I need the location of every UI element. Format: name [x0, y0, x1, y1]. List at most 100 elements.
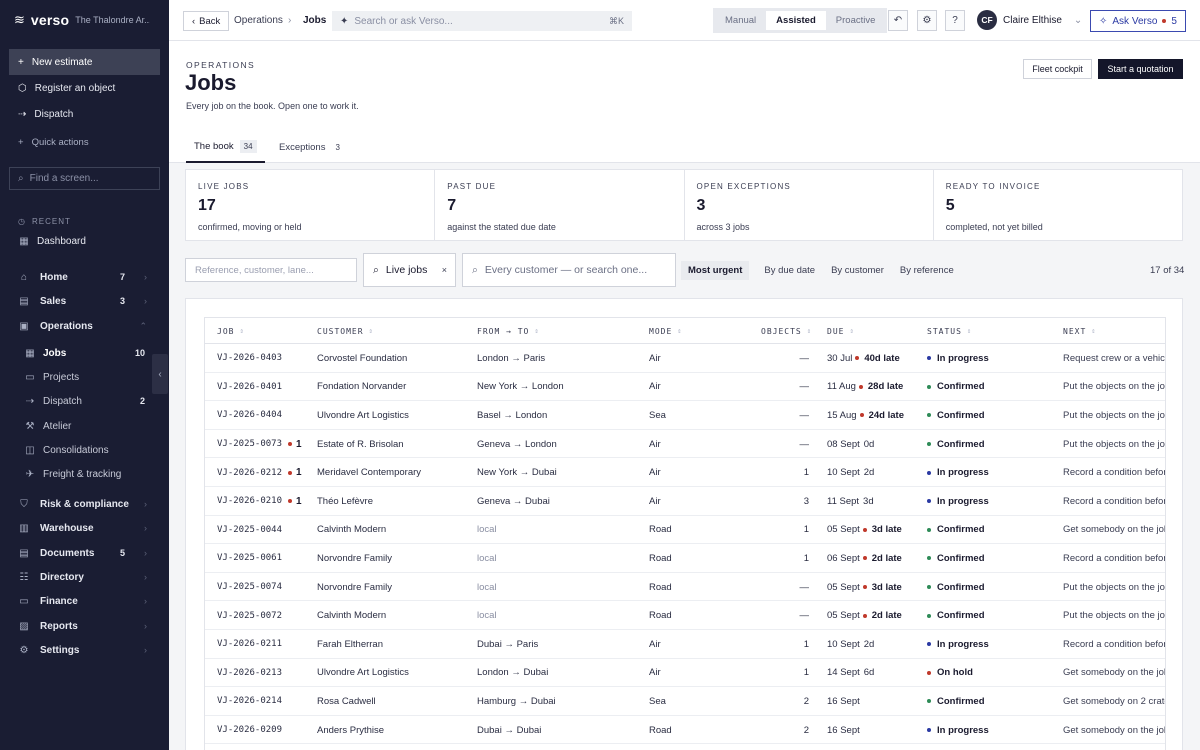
mode-manual[interactable]: Manual — [715, 11, 766, 30]
sidebar-item-sales[interactable]: ▤ Sales 3 › — [0, 290, 169, 312]
undo-button[interactable]: ↶ — [888, 10, 908, 31]
job-reference[interactable]: VJ-2026-0210 1 — [217, 487, 302, 516]
next-action[interactable]: Get somebody on 2 crates — [1063, 687, 1165, 716]
table-row[interactable]: VJ-2026-0214 Rosa Cadwell Hamburg → Dubai S… — [205, 687, 1165, 716]
brand[interactable]: ≋ verso The Thalondre Ar... — [0, 0, 169, 40]
next-action[interactable]: Put the objects on the job — [1063, 401, 1165, 430]
kpi-ready-to-invoice[interactable]: READY TO INVOICE 5 completed, not yet bi… — [934, 170, 1182, 240]
sort-most-urgent[interactable]: Most urgent — [681, 261, 750, 280]
sidebar-item-dispatch[interactable]: ⇢ Dispatch 2 — [0, 390, 169, 412]
breadcrumb-operations[interactable]: Operations — [234, 15, 283, 26]
mode-proactive[interactable]: Proactive — [826, 11, 886, 30]
job-reference[interactable]: VJ-2026-0213 — [217, 659, 282, 688]
table-row[interactable]: VJ-2025-0072 Calvinth Modern local Road — 05 … — [205, 601, 1165, 630]
register-object-button[interactable]: ⬡ Register an object — [0, 75, 169, 101]
kpi-live-jobs[interactable]: LIVE JOBS 17 confirmed, moving or held — [186, 170, 436, 240]
job-reference[interactable]: VJ-2026-0214 — [217, 687, 282, 716]
column-header-status[interactable]: STATUS ⇕ — [927, 318, 972, 344]
job-reference[interactable]: VJ-2026-0401 — [217, 373, 282, 402]
sidebar-item-home[interactable]: ⌂ Home 7 › — [0, 266, 169, 288]
sort-by-due-date[interactable]: By due date — [757, 261, 822, 280]
sidebar-item-consolidations[interactable]: ◫ Consolidations — [0, 439, 169, 461]
job-reference[interactable]: VJ-2025-0074 — [217, 573, 282, 602]
next-action[interactable]: Put the objects on the job — [1063, 573, 1165, 602]
kpi-past-due[interactable]: PAST DUE 7 against the stated due date — [435, 170, 685, 240]
job-reference[interactable]: VJ-2026-0212 1 — [217, 458, 302, 487]
help-button[interactable]: ? — [945, 10, 965, 31]
back-button[interactable]: ‹ Back — [183, 11, 230, 31]
table-row[interactable]: VJ-2025-0073 1 Estate of R. Brisolan Geneva… — [205, 430, 1165, 459]
customer-search-input[interactable]: ⌕ Every customer — or search one... — [462, 253, 676, 287]
next-action[interactable]: Get somebody on the job — [1063, 659, 1165, 688]
fleet-cockpit-button[interactable]: Fleet cockpit — [1023, 59, 1092, 79]
sidebar-item-risk[interactable]: ⛉ Risk & compliance › — [0, 493, 169, 515]
quick-actions-button[interactable]: + Quick actions — [0, 129, 169, 155]
global-search-input[interactable]: ✦ Search or ask Verso... ⌘K — [332, 11, 632, 31]
recent-item-dashboard[interactable]: ▦ Dashboard — [0, 230, 169, 252]
next-action[interactable]: Record a condition before — [1063, 458, 1165, 487]
job-reference[interactable]: VJ-2025-0073 1 — [217, 430, 302, 459]
find-screen-input[interactable]: ⌕ Find a screen... — [9, 167, 160, 190]
table-row[interactable]: VJ-2025-0074 Norvondre Family local Road — 05… — [205, 573, 1165, 602]
sort-by-reference[interactable]: By reference — [893, 261, 961, 280]
next-action[interactable]: Record a condition before — [1063, 487, 1165, 516]
next-action[interactable]: Request crew or a vehicle — [1063, 344, 1165, 373]
ask-verso-button[interactable]: ✧ Ask Verso 5 — [1090, 10, 1186, 32]
sidebar-item-warehouse[interactable]: ▥ Warehouse › — [0, 517, 169, 539]
sidebar-item-directory[interactable]: ☷ Directory › — [0, 566, 169, 588]
start-quotation-button[interactable]: Start a quotation — [1098, 59, 1183, 79]
job-reference[interactable]: VJ-2025-0072 — [217, 601, 282, 630]
sidebar-item-freight[interactable]: ✈ Freight & tracking — [0, 463, 169, 485]
clear-filter-icon[interactable]: × — [442, 265, 447, 275]
column-header-objects[interactable]: OBJECTS ⇕ — [761, 318, 812, 344]
dispatch-action-button[interactable]: ⇢ Dispatch — [0, 101, 169, 127]
kpi-open-exceptions[interactable]: OPEN EXCEPTIONS 3 across 3 jobs — [685, 170, 934, 240]
sidebar-item-reports[interactable]: ▨ Reports › — [0, 615, 169, 637]
column-header-job[interactable]: JOB ⇕ — [217, 318, 245, 344]
column-header-customer[interactable]: CUSTOMER ⇕ — [317, 318, 374, 344]
sidebar-item-finance[interactable]: ▭ Finance › — [0, 590, 169, 612]
column-header-mode[interactable]: MODE ⇕ — [649, 318, 682, 344]
table-row[interactable]: VJ-2026-0404 Ulvondre Art Logistics Basel … — [205, 401, 1165, 430]
sidebar-item-operations[interactable]: ▣ Operations ⌃ — [0, 315, 169, 337]
table-row[interactable]: VJ-2025-0044 Calvinth Modern local Road 1 05 … — [205, 516, 1165, 545]
job-reference[interactable]: VJ-2025-0061 — [217, 544, 282, 573]
table-row[interactable]: VJ-2026-0213 Ulvondre Art Logistics London… — [205, 659, 1165, 688]
reference-filter-input[interactable]: Reference, customer, lane... — [185, 258, 357, 282]
sort-by-customer[interactable]: By customer — [824, 261, 891, 280]
table-row[interactable]: VJ-2026-0210 1 Théo Lefèvre Geneva → Dubai A… — [205, 487, 1165, 516]
table-row[interactable]: VJ-2026-0403 Corvostel Foundation London →… — [205, 344, 1165, 373]
job-reference[interactable]: VJ-2025-0044 — [217, 516, 282, 545]
tab-the-book[interactable]: The book 34 — [186, 132, 265, 163]
job-reference[interactable]: VJ-2026-0404 — [217, 401, 282, 430]
next-action[interactable]: Put the objects on the job — [1063, 601, 1165, 630]
next-action[interactable]: Record a condition before — [1063, 630, 1165, 659]
table-row[interactable]: VJ-2026-0211 Farah Eltherran Dubai → Paris… — [205, 630, 1165, 659]
job-reference[interactable]: VJ-2026-0209 — [217, 716, 282, 745]
sidebar-item-atelier[interactable]: ⚒ Atelier — [0, 415, 169, 437]
sidebar-item-projects[interactable]: ▭ Projects — [0, 366, 169, 388]
next-action[interactable]: Put the objects on the job — [1063, 430, 1165, 459]
next-action[interactable]: Record a condition before — [1063, 544, 1165, 573]
live-jobs-filter-chip[interactable]: ⌕ Live jobs × — [363, 253, 456, 287]
new-estimate-button[interactable]: + New estimate — [9, 49, 160, 75]
next-action[interactable]: Put the objects on the job — [1063, 373, 1165, 402]
sidebar-item-settings[interactable]: ⚙ Settings › — [0, 639, 169, 661]
job-reference[interactable]: VJ-2026-0403 — [217, 344, 282, 373]
table-row[interactable]: VJ-2025-0061 Norvondre Family local Road 1 06… — [205, 544, 1165, 573]
column-header-due[interactable]: DUE ⇕ — [827, 318, 855, 344]
column-header-next[interactable]: NEXT ⇕ — [1063, 318, 1096, 344]
tab-exceptions[interactable]: Exceptions 3 — [279, 132, 344, 163]
sidebar-item-documents[interactable]: ▤ Documents 5 › — [0, 542, 169, 564]
user-menu[interactable]: CF Claire Elthise ⌄ — [977, 10, 1082, 30]
table-row[interactable]: VJ-2026-0401 Fondation Norvander New York … — [205, 373, 1165, 402]
table-row[interactable]: VJ-2026-0209 Anders Prythise Dubai → Dubai… — [205, 716, 1165, 745]
mode-assisted[interactable]: Assisted — [766, 11, 826, 30]
next-action[interactable]: Get somebody on the job — [1063, 716, 1165, 745]
job-reference[interactable]: VJ-2026-0211 — [217, 630, 282, 659]
settings-button[interactable]: ⚙ — [917, 10, 937, 31]
next-action[interactable]: Get somebody on the job — [1063, 516, 1165, 545]
sidebar-item-jobs[interactable]: ▦ Jobs 10 — [0, 342, 169, 364]
column-header-route[interactable]: FROM → TO ⇕ — [477, 318, 540, 344]
collapse-sidebar-button[interactable]: ‹ — [152, 354, 168, 394]
